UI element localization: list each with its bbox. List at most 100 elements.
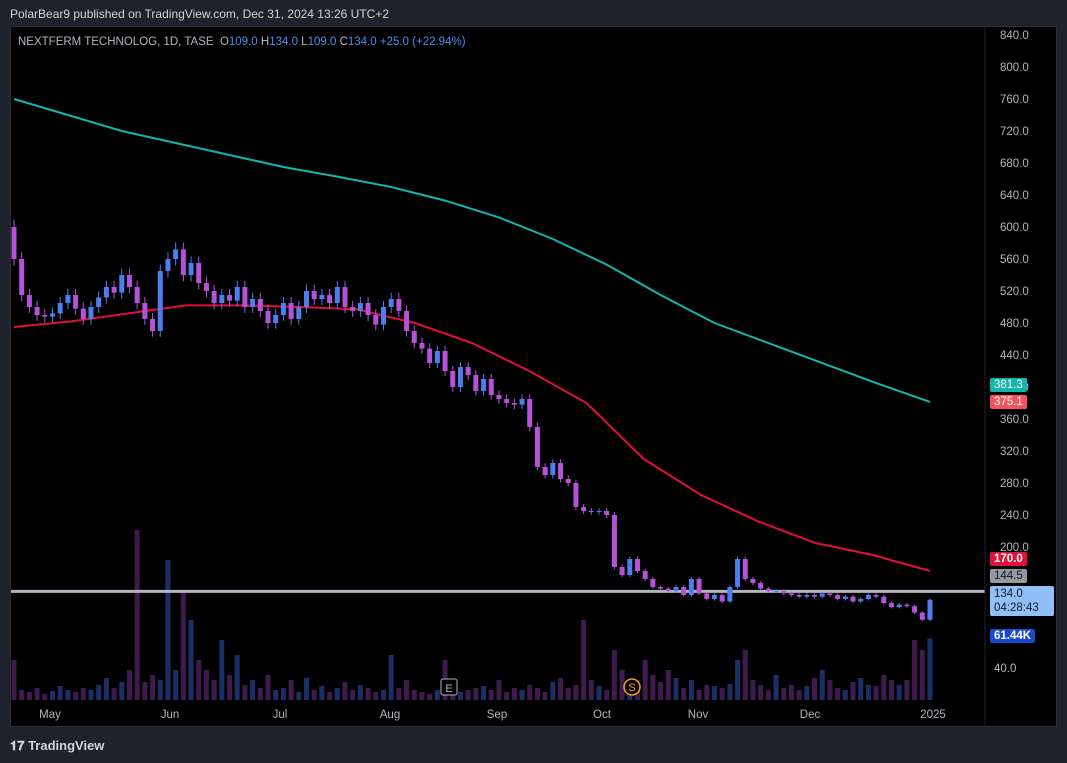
volume-bar — [265, 675, 271, 700]
high-label: H — [260, 36, 270, 48]
volume-bar — [57, 686, 63, 700]
candle-body — [688, 579, 694, 595]
candle-body — [334, 287, 340, 303]
candle-body — [73, 295, 79, 309]
candle-body — [350, 307, 356, 311]
candle-body — [812, 595, 818, 597]
y-tick-label: 640.0 — [1000, 190, 1029, 202]
tradingview-logo[interactable]: 𝟏𝟕 TradingView — [10, 738, 104, 754]
x-tick-label: May — [39, 709, 61, 721]
ma-long-line — [13, 98, 931, 403]
volume-bar — [65, 690, 71, 700]
candle-body — [357, 303, 363, 311]
candle-body — [442, 351, 448, 371]
candle-body — [404, 311, 410, 331]
candle-body — [742, 559, 748, 579]
candle-body — [11, 227, 17, 259]
volume-bar — [357, 685, 363, 700]
candle-body — [611, 515, 617, 567]
volume-bar — [73, 692, 79, 700]
candle-body — [719, 595, 725, 602]
volume-bar — [388, 655, 394, 700]
close-label: C — [339, 36, 348, 48]
volume-bar — [165, 560, 171, 700]
volume-bar — [304, 678, 310, 700]
candle-body — [788, 593, 794, 595]
volume-label: 61.44K — [990, 629, 1036, 643]
y-tick-label: 480.0 — [1000, 318, 1029, 330]
close-value: 134.0 — [347, 36, 377, 48]
volume-bar — [234, 655, 240, 700]
candle-body — [65, 295, 71, 303]
candle-body — [804, 595, 810, 597]
y-tick-label: 360.0 — [1000, 414, 1029, 426]
candle-body — [827, 593, 833, 595]
volume-bar — [203, 670, 209, 700]
candle-body — [681, 587, 687, 595]
earnings-marker-label: E — [445, 683, 452, 695]
candle-body — [188, 263, 194, 275]
last-price: 134.0 — [994, 588, 1023, 600]
volume-bar — [211, 680, 217, 700]
volume-bar — [796, 690, 802, 700]
volume-bar — [511, 688, 517, 700]
volume-bar — [858, 678, 864, 700]
volume-bar — [411, 690, 417, 700]
x-tick-label: Nov — [688, 709, 709, 721]
candle-body — [365, 303, 371, 315]
candle-body — [481, 379, 487, 391]
volume-bar — [311, 690, 317, 700]
volume-bar — [334, 688, 340, 700]
volume-bar — [765, 690, 771, 700]
candle-body — [550, 463, 556, 475]
volume-bar — [488, 690, 494, 700]
candle-body — [234, 287, 240, 301]
price-chart[interactable]: 840.0 800.0 760.0 720.0 680.0 640.0 600.0 560.0… — [0, 0, 1067, 763]
candle-body — [573, 483, 579, 507]
candle-body — [835, 595, 841, 599]
candle-body — [19, 259, 25, 295]
volume-bar — [88, 690, 94, 700]
y-tick-label: 720.0 — [1000, 126, 1029, 138]
ma-long-label: 381.3 — [990, 378, 1027, 392]
candle-body — [165, 259, 171, 271]
candle-body — [42, 315, 48, 317]
x-tick-label: Aug — [380, 709, 400, 721]
volume-bar — [157, 680, 163, 700]
symbol-name[interactable]: NEXTFERM TECHNOLOG, 1D, TASE — [18, 36, 214, 48]
volume-bar — [758, 685, 764, 700]
volume-bar — [742, 650, 748, 700]
volume-bar — [611, 650, 617, 700]
candle-body — [711, 595, 717, 599]
candle-body — [696, 579, 702, 594]
volume-bar — [473, 688, 479, 700]
volume-bar — [711, 686, 717, 700]
candle-body — [34, 307, 40, 315]
candle-body — [142, 303, 148, 319]
x-tick-label: Jul — [273, 709, 288, 721]
volume-bar — [719, 688, 725, 700]
candle-body — [265, 311, 271, 323]
tv-logo-icon: 𝟏𝟕 — [10, 738, 29, 753]
last-price-label: 134.0 04:28:43 — [990, 586, 1054, 616]
candle-body — [396, 299, 402, 311]
candle-body — [473, 375, 479, 391]
volume-bar — [481, 686, 487, 700]
candle-body — [342, 287, 348, 307]
candle-body — [658, 587, 664, 589]
candle-body — [211, 291, 217, 303]
candle-body — [411, 331, 417, 343]
volume-bar — [219, 640, 225, 700]
candle-body — [758, 583, 764, 589]
volume-bar — [96, 685, 102, 700]
candle-body — [26, 295, 32, 307]
candle-body — [896, 604, 902, 607]
y-tick-label: 760.0 — [1000, 94, 1029, 106]
volume-bar — [342, 682, 348, 700]
volume-bar — [150, 675, 156, 700]
volume-bar — [681, 688, 687, 700]
candle-body — [650, 579, 656, 587]
candle-body — [450, 371, 456, 387]
candle-body — [673, 587, 679, 591]
y-tick-label: 800.0 — [1000, 62, 1029, 74]
